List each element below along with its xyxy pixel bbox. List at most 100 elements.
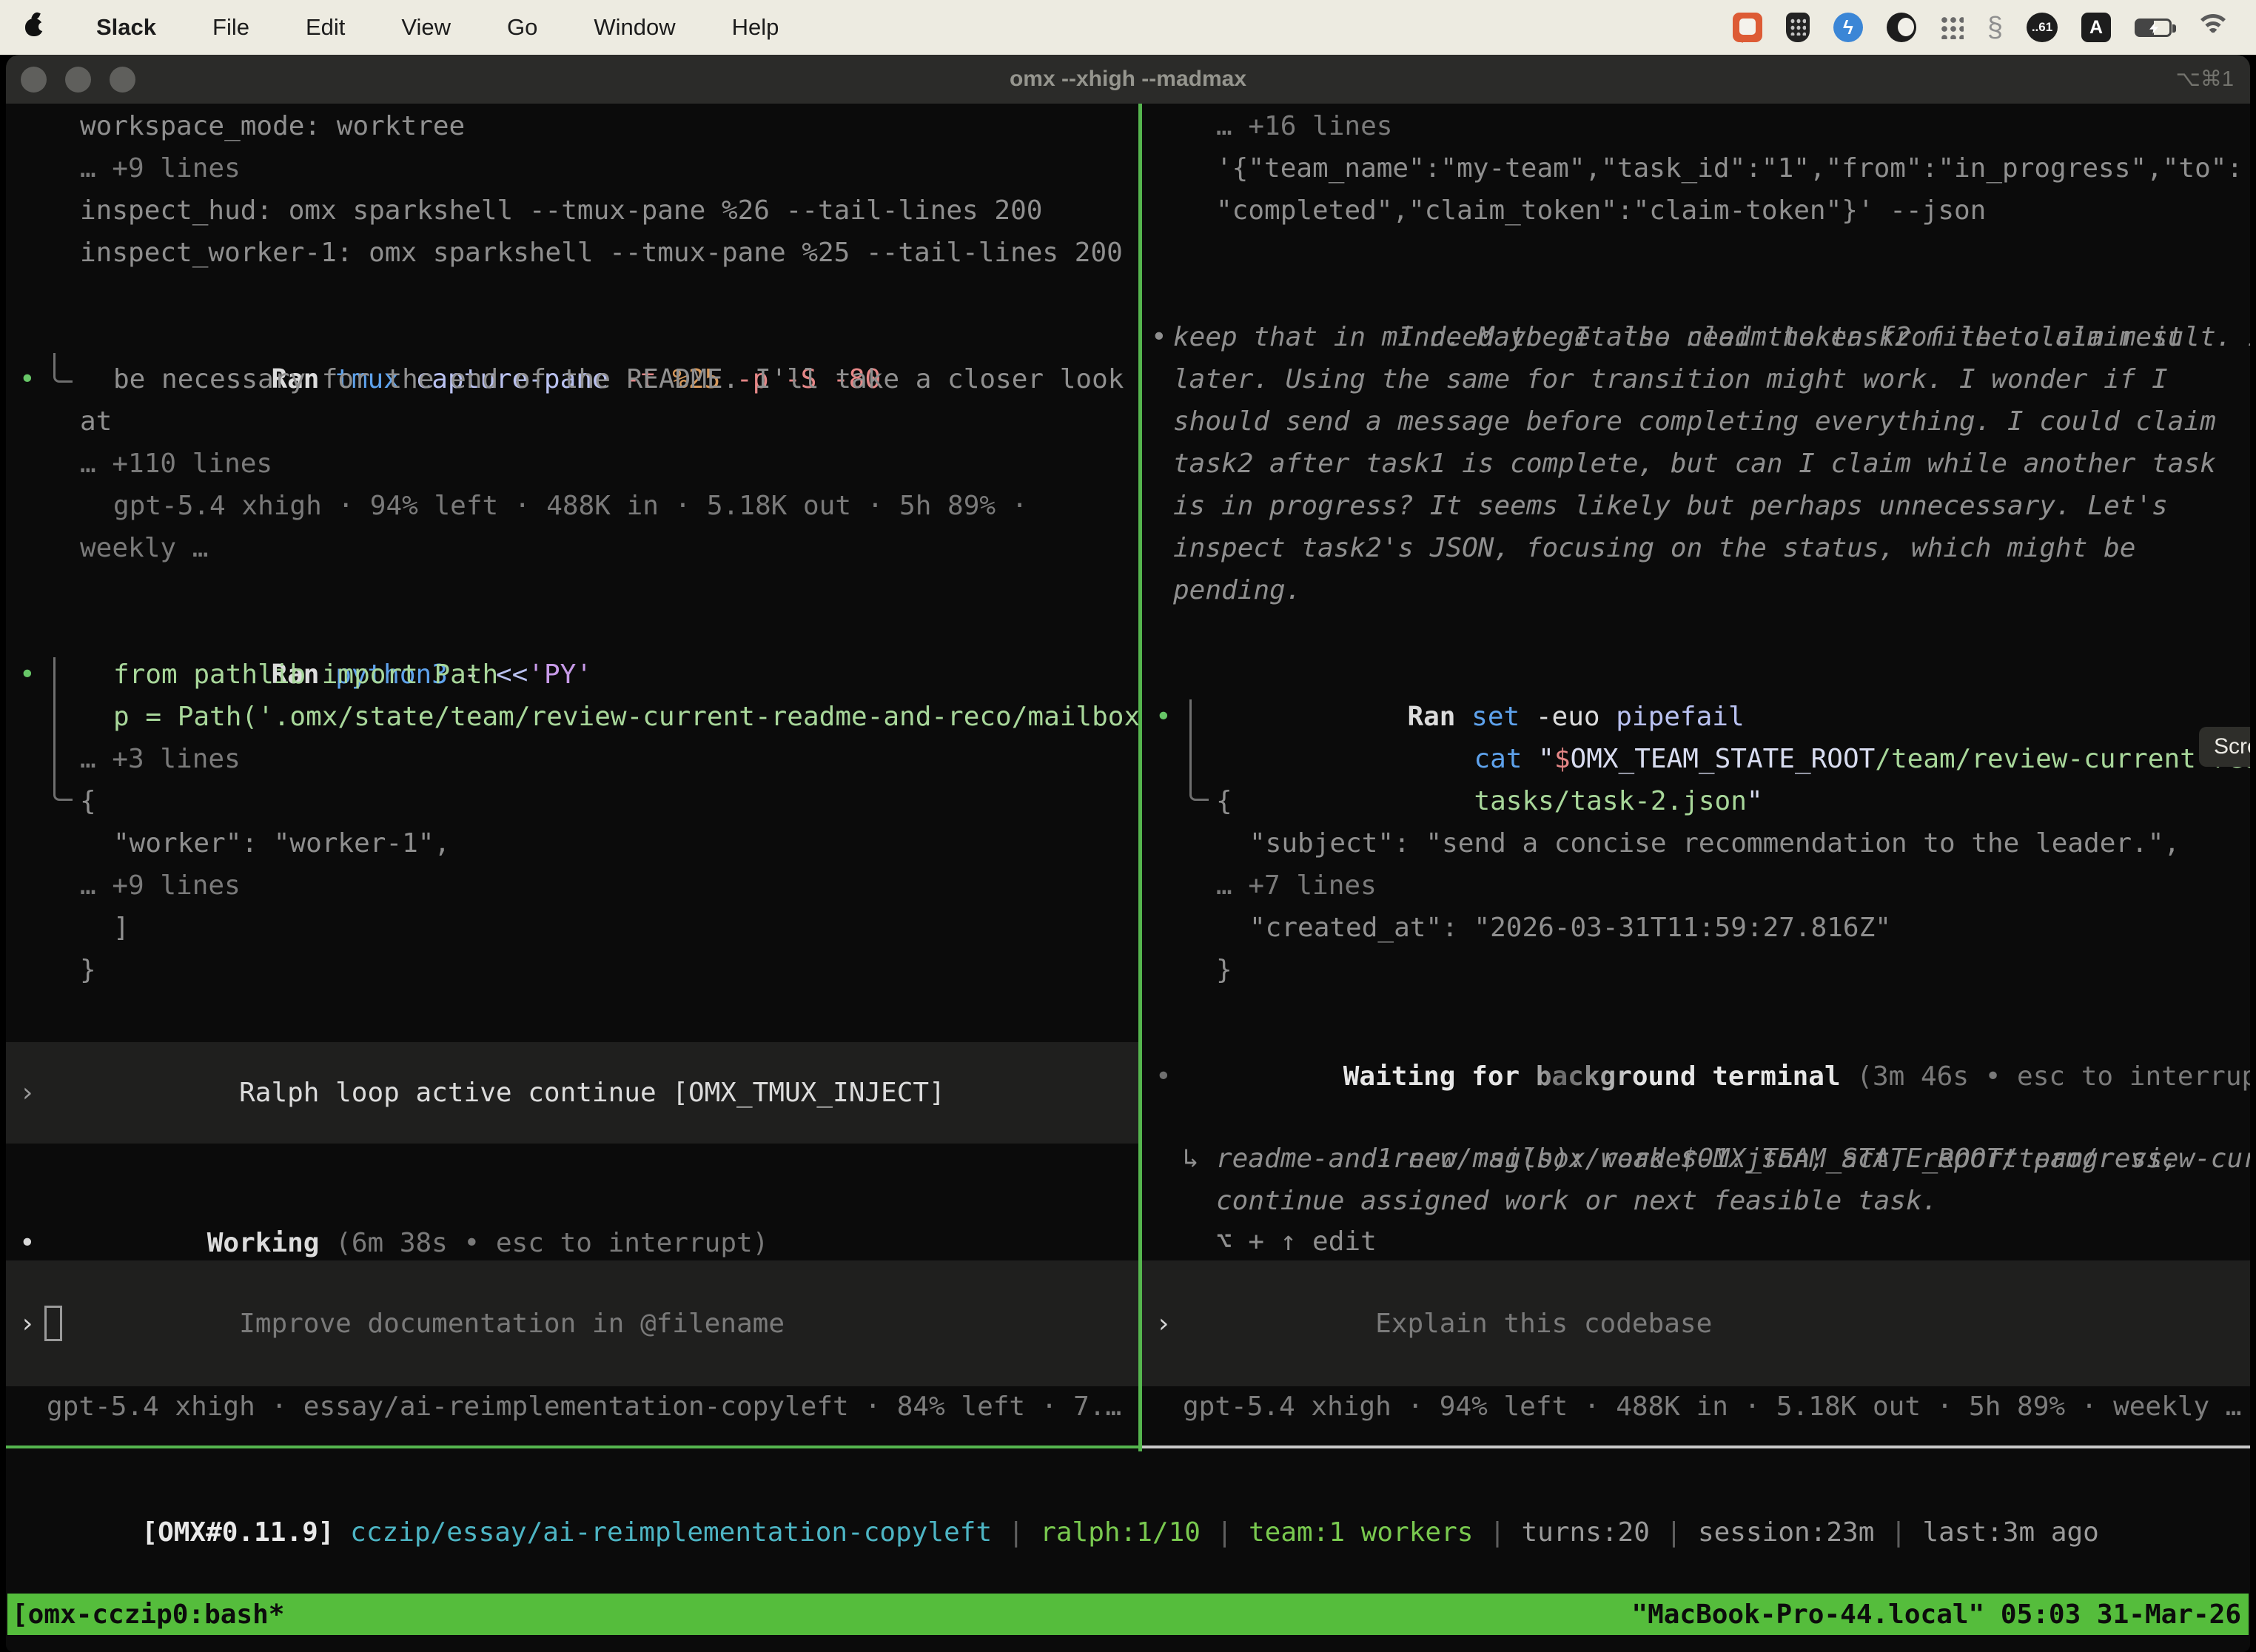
fold-indicator: … +7 lines bbox=[1142, 864, 2250, 907]
omx-status-bar: [OMX#0.11.9] cczip/essay/ai-reimplementa… bbox=[13, 1469, 2250, 1596]
prompt-chevron-icon: › bbox=[19, 1303, 36, 1345]
thinking-line: pending. bbox=[1142, 569, 2250, 611]
model-status-line: gpt-5.4 xhigh · 94% left · 488K in · 5.1… bbox=[1142, 1386, 2250, 1428]
right-scrollback: … +16 lines '{"team_name":"my-team","tas… bbox=[1142, 104, 2250, 991]
menu-item-file[interactable]: File bbox=[212, 14, 249, 41]
wifi-icon[interactable] bbox=[2195, 14, 2231, 41]
output-line: { bbox=[6, 780, 1138, 822]
mailbox-message-line: ↳1 new msg(s): read $OMX_TEAM_STATE_ROOT… bbox=[1142, 1095, 2250, 1138]
menu-item-slack[interactable]: Slack bbox=[96, 14, 156, 41]
edit-shortcut-hint: ⌥ + ↑ edit bbox=[1142, 1220, 2250, 1263]
menu-bar-status-icons: ϟ § ..61 A bbox=[1733, 13, 2231, 42]
code-line: tasks/task-2.json" bbox=[1142, 738, 2250, 780]
fold-indicator: … +9 lines bbox=[6, 147, 1138, 189]
code-line: from pathlib import Path bbox=[6, 654, 1138, 696]
screen-notification-overlay[interactable]: Scre bbox=[2199, 727, 2250, 767]
terminal-content: workspace_mode: worktree … +9 lines insp… bbox=[6, 104, 2250, 1652]
terminal-line: inspect_hud: omx sparkshell --tmux-pane … bbox=[6, 189, 1138, 232]
output-line: } bbox=[6, 949, 1138, 991]
terminal-line: inspect_worker-1: omx sparkshell --tmux-… bbox=[6, 232, 1138, 274]
menu-item-edit[interactable]: Edit bbox=[306, 14, 345, 41]
omx-turns: turns:20 bbox=[1522, 1517, 1650, 1548]
thinking-line: •I need to get the claim token from the … bbox=[1142, 274, 2250, 316]
fold-indicator: … +3 lines bbox=[6, 738, 1138, 780]
left-scrollback: workspace_mode: worktree … +9 lines insp… bbox=[6, 104, 1138, 991]
thinking-line: inspect task2's JSON, focusing on the st… bbox=[1142, 527, 2250, 569]
tmux-pane-right[interactable]: … +16 lines '{"team_name":"my-team","tas… bbox=[1142, 104, 2250, 1448]
tmux-host-clock: "MacBook-Pro-44.local" 05:03 31-Mar-26 bbox=[1631, 1599, 2249, 1630]
shield-icon[interactable] bbox=[1786, 13, 1810, 42]
thinking-block: •I need to get the claim token from the … bbox=[1142, 274, 2250, 611]
text-cursor bbox=[44, 1306, 62, 1341]
input-placeholder: Improve documentation in @filename bbox=[239, 1309, 785, 1339]
keyboard-a-icon[interactable]: A bbox=[2081, 13, 2111, 42]
menu-item-help[interactable]: Help bbox=[732, 14, 779, 41]
omx-session-time: session:23m bbox=[1698, 1517, 1874, 1548]
battery-icon[interactable] bbox=[2135, 19, 2172, 37]
menu-item-go[interactable]: Go bbox=[507, 14, 537, 41]
ran-command-line: •Ran set -euo pipefail bbox=[1142, 654, 2250, 696]
bullet-icon: • bbox=[19, 1222, 36, 1264]
output-line: { bbox=[1142, 780, 2250, 822]
output-line: "worker": "worker-1", bbox=[6, 822, 1138, 864]
mailbox-message-line: continue assigned work or next feasible … bbox=[1142, 1180, 2250, 1222]
output-line: "completed","claim_token":"claim-token"}… bbox=[1142, 189, 2250, 232]
output-line: weekly … bbox=[6, 527, 1138, 569]
ralph-loop-line: › Ralph loop active continue [OMX_TMUX_IN… bbox=[6, 1030, 1138, 1156]
ran-command-line: •Ran tmux capture-pane -t %25 -p -S -80 bbox=[6, 316, 1138, 358]
ralph-loop-text: Ralph loop active continue [OMX_TMUX_INJ… bbox=[239, 1078, 945, 1108]
output-line: be necessary for the end of the README. … bbox=[6, 358, 1138, 400]
window-titlebar[interactable]: omx --xhigh --madmax ⌥⌘1 bbox=[6, 55, 2250, 104]
input-placeholder: Explain this codebase bbox=[1375, 1309, 1712, 1339]
waiting-status-line: •Waiting for background terminal (3m 46s… bbox=[1142, 1013, 2250, 1055]
sync-icon[interactable]: ϟ bbox=[1833, 13, 1863, 42]
prompt-input-line: › Improve documentation in @filename bbox=[6, 1260, 1138, 1387]
prompt-input-right[interactable]: › Explain this codebase bbox=[1142, 1260, 2250, 1386]
menu-bar: Slack File Edit View Go Window Help ϟ § … bbox=[0, 0, 2256, 55]
output-line: "subject": "send a concise recommendatio… bbox=[1142, 822, 2250, 864]
apple-menu-icon[interactable] bbox=[25, 19, 43, 36]
tmux-pane-left[interactable]: workspace_mode: worktree … +9 lines insp… bbox=[6, 104, 1138, 1448]
omx-last-activity: last:3m ago bbox=[1922, 1517, 2098, 1548]
thinking-line: task2 after task1 is complete, but can I… bbox=[1142, 443, 2250, 485]
window-shortcut: ⌥⌘1 bbox=[2175, 55, 2234, 104]
code-line: cat "$OMX_TEAM_STATE_ROOT/team/review-cu… bbox=[1142, 696, 2250, 738]
ran-set-block: •Ran set -euo pipefail cat "$OMX_TEAM_ST… bbox=[1142, 654, 2250, 991]
prompt-chevron-icon: › bbox=[1155, 1303, 1172, 1345]
omx-version: [OMX#0.11.9] bbox=[141, 1517, 334, 1548]
output-line: ] bbox=[6, 907, 1138, 949]
output-line: "created_at": "2026-03-31T11:59:27.816Z" bbox=[1142, 907, 2250, 949]
bullet-icon: • bbox=[1155, 1055, 1172, 1098]
badge-61-icon[interactable]: ..61 bbox=[2027, 13, 2058, 42]
ran-python-block: •Ran python3 - <<'PY' from pathlib impor… bbox=[6, 611, 1138, 991]
window-title: omx --xhigh --madmax bbox=[6, 55, 2250, 104]
moon-icon[interactable] bbox=[1887, 13, 1916, 42]
output-line: } bbox=[1142, 949, 2250, 991]
omx-team-counter: team:1 workers bbox=[1249, 1517, 1473, 1548]
omx-ralph-counter: ralph:1/10 bbox=[1040, 1517, 1201, 1548]
chat-app-icon[interactable] bbox=[1733, 13, 1762, 42]
prompt-input-left[interactable]: › Improve documentation in @filename bbox=[6, 1260, 1138, 1386]
output-line: at bbox=[6, 400, 1138, 443]
fold-indicator: … +110 lines bbox=[6, 443, 1138, 485]
mailbox-message-line: readme-and-reco/mailbox/worker-1.json, a… bbox=[1142, 1138, 2250, 1180]
chevron-icon: › bbox=[19, 1072, 36, 1114]
terminal-line: workspace_mode: worktree bbox=[6, 105, 1138, 147]
dots-grid-icon[interactable] bbox=[1940, 16, 1964, 39]
model-status-line: gpt-5.4 xhigh · essay/ai-reimplementatio… bbox=[6, 1386, 1138, 1428]
ran-tmux-block: •Ran tmux capture-pane -t %25 -p -S -80 … bbox=[6, 316, 1138, 569]
code-line: p = Path('.omx/state/team/review-current… bbox=[6, 696, 1138, 738]
fold-indicator: … +9 lines bbox=[6, 864, 1138, 907]
working-detail: (6m 38s • esc to interrupt) bbox=[319, 1228, 768, 1258]
thinking-line: keep that in mind. Maybe I also need the… bbox=[1142, 316, 2250, 358]
menu-item-view[interactable]: View bbox=[401, 14, 451, 41]
output-line: '{"team_name":"my-team","task_id":"1","f… bbox=[1142, 147, 2250, 189]
squiggle-icon[interactable]: § bbox=[1987, 13, 2003, 42]
thinking-line: should send a message before completing … bbox=[1142, 400, 2250, 443]
working-label: Working bbox=[207, 1228, 320, 1258]
battery-bolt-icon bbox=[2149, 23, 2158, 34]
terminal-window: omx --xhigh --madmax ⌥⌘1 workspace_mode:… bbox=[6, 55, 2250, 1652]
thinking-line: is in progress? It seems likely but perh… bbox=[1142, 485, 2250, 527]
tmux-session-name: [omx-cczip0:bash* bbox=[7, 1599, 284, 1630]
menu-item-window[interactable]: Window bbox=[594, 14, 675, 41]
